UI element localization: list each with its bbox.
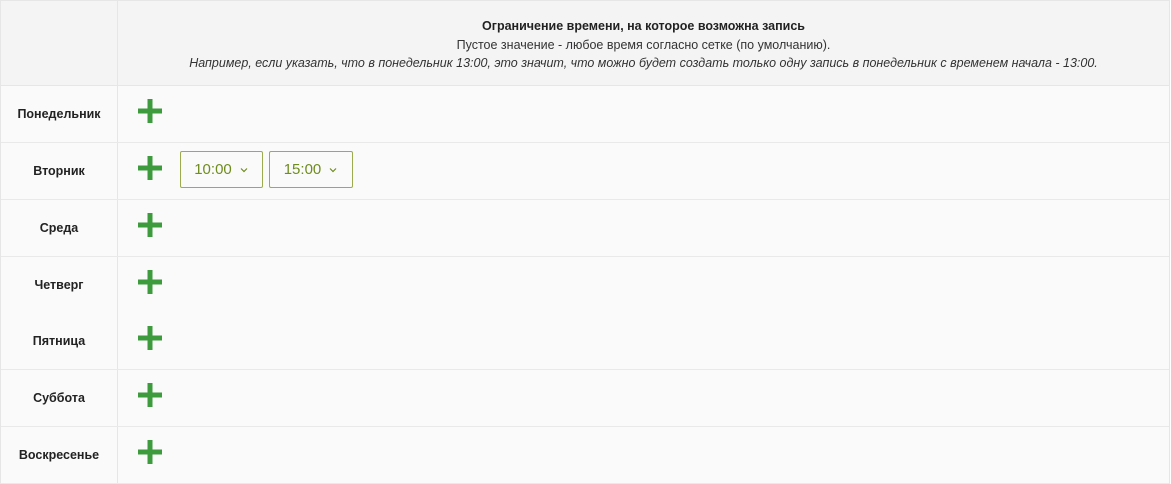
plus-icon: [138, 270, 162, 294]
day-label: Вторник: [1, 143, 118, 199]
plus-icon: [138, 156, 162, 180]
day-row-monday: Понедельник: [1, 86, 1169, 143]
header-title: Ограничение времени, на которое возможна…: [482, 19, 805, 33]
plus-icon: [138, 440, 162, 464]
day-times: [118, 427, 1169, 483]
plus-icon: [138, 383, 162, 407]
plus-icon: [138, 326, 162, 350]
day-label: Среда: [1, 200, 118, 256]
day-times: [118, 313, 1169, 369]
day-row-sunday: Воскресенье: [1, 427, 1169, 484]
day-times: [118, 370, 1169, 426]
day-row-friday: Пятница: [1, 313, 1169, 370]
day-row-thursday: Четверг: [1, 257, 1169, 314]
plus-icon: [138, 213, 162, 237]
add-time-button[interactable]: [138, 213, 162, 237]
weekday-time-restriction-table: Ограничение времени, на которое возможна…: [0, 0, 1170, 484]
chevron-down-icon: [240, 167, 248, 172]
day-times: 10:00 15:00: [118, 143, 1169, 199]
day-row-tuesday: Вторник 10:00 15:00: [1, 143, 1169, 200]
time-select-value: 10:00: [194, 161, 232, 178]
add-time-button[interactable]: [138, 156, 162, 180]
table-header: Ограничение времени, на которое возможна…: [1, 0, 1169, 86]
day-row-wednesday: Среда: [1, 200, 1169, 257]
chevron-down-icon: [329, 167, 337, 172]
header-description: Пустое значение - любое время согласно с…: [456, 37, 831, 52]
day-times: [118, 257, 1169, 313]
plus-icon: [138, 99, 162, 123]
day-times: [118, 200, 1169, 256]
header-example: Например, если указать, что в понедельни…: [189, 56, 1098, 70]
time-select-value: 15:00: [283, 161, 322, 178]
add-time-button[interactable]: [138, 440, 162, 464]
add-time-button[interactable]: [138, 383, 162, 407]
time-select[interactable]: 15:00: [269, 151, 353, 188]
day-label: Суббота: [1, 370, 118, 426]
header-text: Ограничение времени, на которое возможна…: [118, 17, 1169, 73]
day-times: [118, 86, 1169, 142]
add-time-button[interactable]: [138, 270, 162, 294]
add-time-button[interactable]: [138, 99, 162, 123]
day-label: Пятница: [1, 313, 118, 369]
time-select[interactable]: 10:00: [180, 151, 263, 188]
header-empty-cell: [1, 1, 118, 85]
day-label: Воскресенье: [1, 427, 118, 483]
add-time-button[interactable]: [138, 326, 162, 350]
day-label: Понедельник: [1, 86, 118, 142]
day-row-saturday: Суббота: [1, 370, 1169, 427]
day-label: Четверг: [1, 257, 118, 313]
